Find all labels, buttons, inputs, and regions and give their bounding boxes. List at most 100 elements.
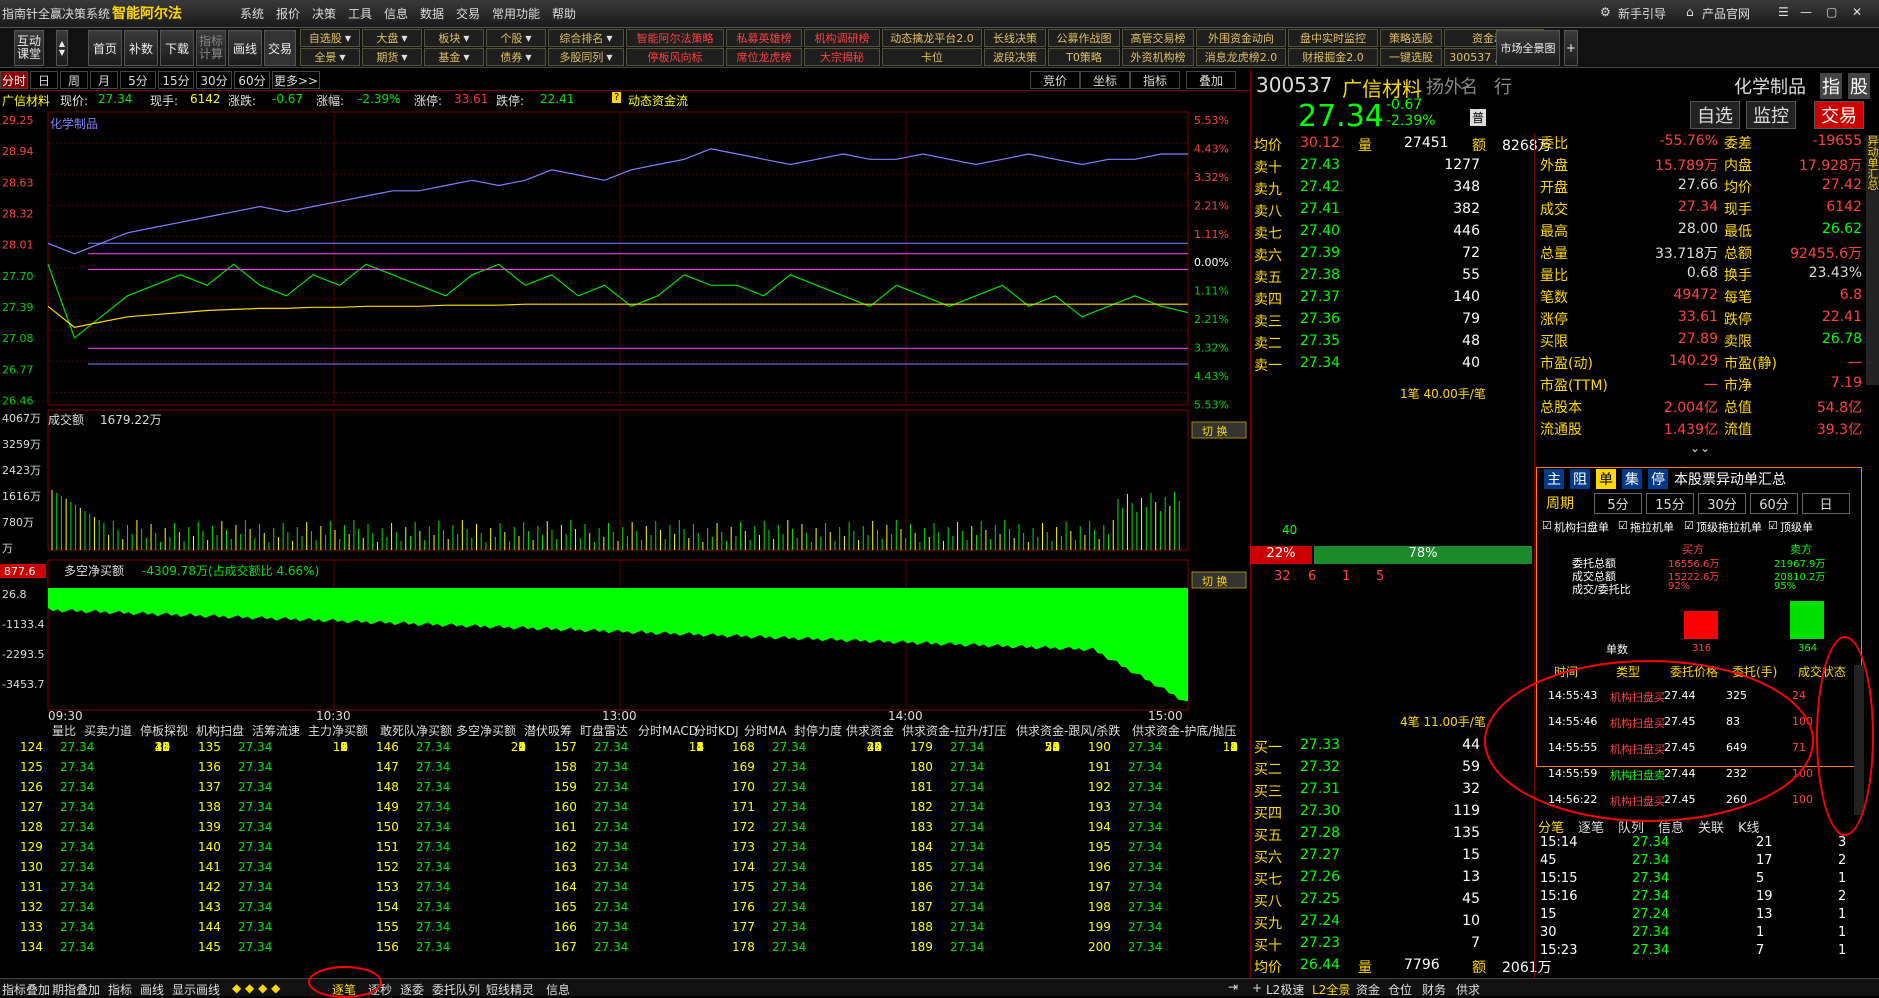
quick2-13[interactable]: 财报掘金2.0 (1288, 48, 1378, 66)
quick-14[interactable]: 策略选股 (1380, 29, 1442, 47)
trade-button[interactable]: 交易 (264, 30, 296, 66)
quick2-3[interactable]: 债券 (486, 48, 546, 66)
action-btn-0[interactable]: 自选 (1690, 101, 1740, 129)
quick2-6[interactable]: 席位龙虎榜 (726, 48, 802, 66)
action-btn-2[interactable]: 交易 (1814, 101, 1864, 129)
indicator-header-0[interactable]: 量比 (52, 722, 76, 739)
anomaly-tab-3[interactable]: 集 (1622, 469, 1642, 489)
tag-2[interactable]: 行 (1494, 73, 1512, 99)
menu-help[interactable]: 帮助 (552, 5, 576, 22)
quick2-10[interactable]: T0策略 (1048, 48, 1120, 66)
status-right-4[interactable]: 财务 (1422, 981, 1446, 998)
sell-price[interactable]: 27.41 (1300, 201, 1340, 217)
buy-price[interactable]: 27.25 (1300, 891, 1340, 907)
quick-11[interactable]: 高管交易榜 (1122, 29, 1194, 47)
quick2-11[interactable]: 外资机构榜 (1122, 48, 1194, 66)
anomaly-period-0[interactable]: 5分 (1594, 493, 1642, 514)
tick-tab-4[interactable]: 关联 (1698, 817, 1724, 836)
status-tab-2[interactable]: 逐委 (400, 981, 424, 998)
quick-8[interactable]: 动态擒龙平台2.0 (882, 29, 982, 47)
home-button[interactable]: 首页 (88, 30, 122, 66)
indicator-header-1[interactable]: 买卖力道 (84, 722, 132, 739)
menu-icon[interactable]: ☰ (1778, 5, 1789, 19)
period-tab-1[interactable]: 日 (30, 71, 58, 89)
refill-button[interactable]: 补数 (124, 30, 158, 66)
menu-data[interactable]: 数据 (420, 5, 444, 22)
indicator-header-5[interactable]: 主力净买额 (308, 722, 368, 739)
guide-link[interactable]: 新手引导 (1618, 5, 1666, 22)
quick2-7[interactable]: 大宗揭秘 (804, 48, 880, 66)
status-tab-1[interactable]: 逐秒 (368, 981, 392, 998)
plus-icon[interactable]: + (1252, 981, 1262, 995)
quick-0[interactable]: 自选股 (300, 29, 360, 47)
sell-price[interactable]: 27.39 (1300, 245, 1340, 261)
download-button[interactable]: 下载 (160, 30, 194, 66)
period-tab-0[interactable]: 分时 (0, 71, 28, 89)
sector-tag-0[interactable]: 指 (1820, 73, 1842, 99)
site-link[interactable]: 产品官网 (1702, 5, 1750, 22)
indicator-header-4[interactable]: 活筹流速 (252, 722, 300, 739)
sector-label[interactable]: 化学制品 (1734, 73, 1806, 99)
status-right-2[interactable]: 资金 (1356, 981, 1380, 998)
period-tab-8[interactable]: 更多>> (272, 71, 320, 89)
menu-info[interactable]: 信息 (384, 5, 408, 22)
buy-price[interactable]: 27.28 (1300, 825, 1340, 841)
status-tab-0[interactable]: 逐笔 (332, 981, 356, 998)
status-tab-5[interactable]: 信息 (546, 981, 570, 998)
anomaly-tab-0[interactable]: 主 (1544, 469, 1564, 489)
indicator-header-15[interactable]: 供求资金-拉升/打压 (902, 722, 1006, 739)
chart-option-3[interactable]: 叠加 (1186, 71, 1236, 89)
help-icon[interactable]: ? (612, 92, 622, 103)
period-tab-7[interactable]: 60分 (234, 71, 270, 89)
buy-price[interactable]: 27.30 (1300, 803, 1340, 819)
quick-7[interactable]: 机构调研榜 (804, 29, 880, 47)
quick2-8[interactable]: 卡位 (882, 48, 982, 66)
indicator-header-6[interactable]: 敢死队净买额 (380, 722, 452, 739)
anomaly-period-3[interactable]: 60分 (1750, 493, 1798, 514)
action-btn-1[interactable]: 监控 (1746, 101, 1796, 129)
intraday-chart[interactable]: 29.25 28.94 28.63 28.32 28.01 27.70 27.39 27.08… (0, 110, 1250, 720)
quick-2[interactable]: 板块 (424, 29, 484, 47)
tick-tab-3[interactable]: 信息 (1658, 817, 1684, 836)
menu-tools[interactable]: 工具 (348, 5, 372, 22)
menu-decision[interactable]: 决策 (312, 5, 336, 22)
sell-price[interactable]: 27.36 (1300, 311, 1340, 327)
status-right-0[interactable]: L2极速 (1266, 981, 1304, 998)
menu-system[interactable]: 系统 (240, 5, 264, 22)
anomaly-period-4[interactable]: 日 (1802, 493, 1850, 514)
draw-line-button[interactable]: 画线 (228, 30, 262, 66)
sell-price[interactable]: 27.35 (1300, 333, 1340, 349)
sell-price[interactable]: 27.37 (1300, 289, 1340, 305)
scroll-arrows[interactable]: ▲ ▼ (56, 30, 68, 66)
tag-0[interactable]: 扬外 (1426, 73, 1462, 99)
quick-4[interactable]: 综合排名 (548, 29, 624, 47)
arrow-down-icon[interactable]: ▼ (59, 48, 65, 57)
guide-icon[interactable]: ⚙ (1600, 5, 1611, 19)
sell-price[interactable]: 27.38 (1300, 267, 1340, 283)
period-tab-6[interactable]: 30分 (196, 71, 232, 89)
buy-price[interactable]: 27.26 (1300, 869, 1340, 885)
quick2-2[interactable]: 基金 (424, 48, 484, 66)
quick2-1[interactable]: 期货 (362, 48, 422, 66)
sell-price[interactable]: 27.34 (1300, 355, 1340, 371)
indicator-header-8[interactable]: 潜伏吸筹 (524, 722, 572, 739)
status-left-2[interactable]: 指标 (108, 981, 132, 998)
alert-cell[interactable]: 14:55:55 (1548, 741, 1597, 754)
status-left-4[interactable]: 显示画线 (172, 981, 220, 998)
buy-price[interactable]: 27.24 (1300, 913, 1340, 929)
indicator-header-7[interactable]: 多空净买额 (456, 722, 516, 739)
filter-check-2[interactable]: ☑ (1684, 519, 1694, 532)
period-tab-5[interactable]: 15分 (158, 71, 194, 89)
minimize-icon[interactable]: — (1800, 5, 1812, 19)
status-left-1[interactable]: 期指叠加 (52, 981, 100, 998)
indicator-header-11[interactable]: 分时KDJ (694, 722, 739, 739)
indicator-header-17[interactable]: 供求资金-护底/抛压 (1132, 722, 1236, 739)
status-tab-4[interactable]: 短线精灵 (486, 981, 534, 998)
menu-quote[interactable]: 报价 (276, 5, 300, 22)
quick-3[interactable]: 个股 (486, 29, 546, 47)
quick-10[interactable]: 公募作战图 (1048, 29, 1120, 47)
sell-price[interactable]: 27.43 (1300, 157, 1340, 173)
indicator-header-2[interactable]: 停板探视 (140, 722, 188, 739)
indicator-header-14[interactable]: 供求资金 (846, 722, 894, 739)
quick-1[interactable]: 大盘 (362, 29, 422, 47)
